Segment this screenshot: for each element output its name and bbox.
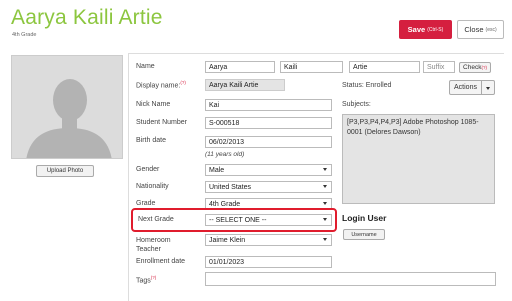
close-button-label: Close [464,25,484,34]
name-label: Name [136,63,155,70]
tags-input[interactable] [205,272,496,286]
login-user-heading: Login User [342,213,387,223]
next-grade-highlight [131,208,337,232]
student-photo [11,55,123,159]
chevron-down-icon [323,168,327,171]
homeroom-teacher-select[interactable]: Jaime Klein [205,234,332,246]
chevron-down-icon [323,202,327,205]
save-shortcut-hint: (Ctrl-S) [427,26,444,33]
student-number-label: Student Number [136,119,187,126]
upload-photo-button[interactable]: Upload Photo [36,165,94,177]
save-button-label: Save [407,25,426,34]
nationality-select[interactable]: United States [205,181,332,193]
student-number-input[interactable]: S-000518 [205,117,332,129]
save-button[interactable]: Save (Ctrl-S) [399,20,452,39]
homeroom-teacher-select-value: Jaime Klein [209,236,246,244]
last-name-input[interactable]: Artie [349,61,420,73]
age-text: (11 years old) [205,151,245,158]
avatar-silhouette-icon [12,56,122,158]
birth-date-label: Birth date [136,137,166,144]
username-button[interactable]: Username [343,229,385,240]
birth-date-input[interactable]: 06/02/2013 [205,136,332,148]
close-button[interactable]: Close (esc) [457,20,504,39]
student-grade-subtitle: 4th Grade [12,32,37,38]
first-name-input[interactable]: Aarya [205,61,275,73]
gender-label: Gender [136,166,160,173]
tags-label: Tags(?) [136,275,157,285]
chevron-down-icon [323,185,327,188]
suffix-placeholder: Suffix [427,63,445,71]
display-name-label: Display name:(?) [136,80,186,90]
actions-dropdown-toggle[interactable] [481,80,495,95]
homeroom-teacher-label: Homeroom Teacher [136,237,171,253]
middle-name-input[interactable]: Kaili [280,61,343,73]
nationality-select-value: United States [209,183,252,191]
subjects-box: [P3,P3,P4,P4,P3] Adobe Photoshop 1085-00… [342,114,495,204]
subjects-label: Subjects: [342,101,371,108]
chevron-down-icon [323,238,327,241]
enrollment-date-input[interactable]: 01/01/2023 [205,256,332,268]
student-name-title: Aarya Kaili Artie [11,6,163,29]
gender-select-value: Male [209,166,225,174]
nationality-label: Nationality [136,183,169,190]
actions-button[interactable]: Actions [449,80,482,95]
gender-select[interactable]: Male [205,164,332,176]
nick-name-input[interactable]: Kai [205,99,332,111]
enrollment-date-label: Enrollment date [136,258,186,265]
display-name-field: Aarya Kaili Artie [205,79,285,91]
nick-name-label: Nick Name [136,101,171,108]
check-button[interactable]: Check (?) [459,62,491,73]
chevron-down-icon [486,87,490,90]
status-text: Status: Enrolled [342,82,392,89]
suffix-input[interactable]: Suffix [423,61,455,73]
grade-label: Grade [136,200,156,207]
help-marker-icon: (?) [481,65,487,70]
check-button-label: Check [463,64,482,71]
close-shortcut-hint: (esc) [485,26,497,33]
grade-select-value: 4th Grade [209,200,241,208]
